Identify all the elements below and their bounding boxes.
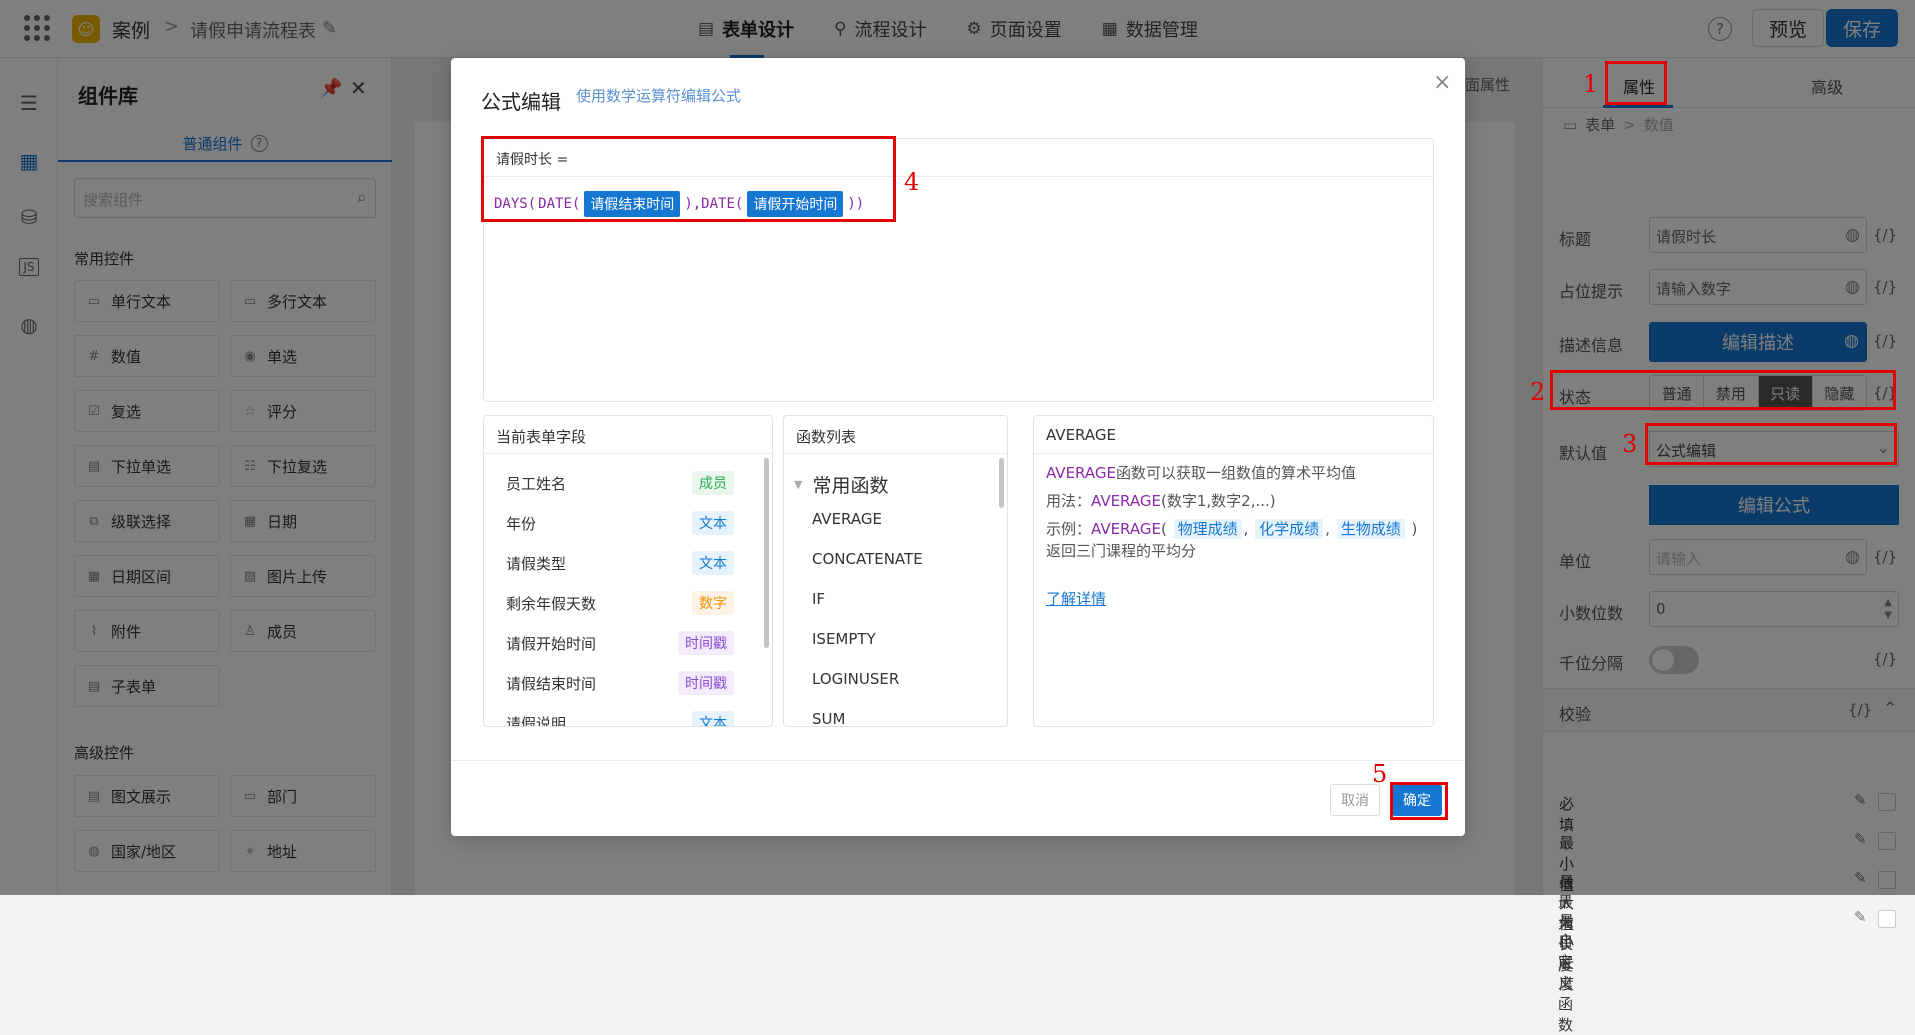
dialog-title: 公式编辑: [481, 90, 561, 114]
function-item[interactable]: ISEMPTY: [812, 630, 876, 648]
help-title: AVERAGE: [1034, 416, 1433, 454]
function-item[interactable]: CONCATENATE: [812, 550, 923, 568]
function-group[interactable]: ▼ 常用函数: [794, 471, 888, 498]
edit-icon[interactable]: ✎: [1854, 908, 1867, 926]
help-example-arg: 生物成绩: [1336, 519, 1405, 539]
formula-editor[interactable]: 请假时长 = DAYS(DATE(请假结束时间),DATE(请假开始时间)): [483, 138, 1434, 402]
help-example-arg: 化学成绩: [1255, 519, 1324, 539]
field-name: 剩余年假天数: [506, 594, 597, 613]
formula-target: 请假时长 =: [484, 139, 1433, 177]
help-description: AVERAGE函数可以获取一组数值的算术平均值: [1046, 462, 1356, 483]
field-name: 员工姓名: [506, 474, 567, 493]
annotation-number-1: 1: [1583, 70, 1599, 98]
dialog-subtitle: 使用数学运算符编辑公式: [576, 87, 742, 105]
formula-token: )): [847, 196, 865, 212]
help-usage: 用法：AVERAGE(数字1,数字2,...): [1046, 490, 1276, 511]
function-group-label: 常用函数: [812, 475, 889, 497]
caret-down-icon: ▼: [794, 478, 803, 491]
field-type-badge: 时间戳: [678, 631, 734, 655]
field-name: 请假类型: [506, 554, 567, 573]
formula-field-tag[interactable]: 请假开始时间: [747, 191, 844, 217]
help-example-arg: 物理成绩: [1173, 519, 1242, 539]
help-fn-name: AVERAGE: [1091, 520, 1161, 538]
field-name: 请假结束时间: [506, 674, 597, 693]
field-item[interactable]: 年份 文本: [506, 510, 734, 536]
scrollbar[interactable]: [999, 458, 1004, 508]
field-item[interactable]: 请假结束时间 时间戳: [506, 670, 734, 696]
field-item[interactable]: 剩余年假天数 数字: [506, 590, 734, 616]
field-type-badge: 数字: [692, 591, 734, 615]
function-item[interactable]: SUM: [812, 710, 845, 726]
function-help-pane: AVERAGE AVERAGE函数可以获取一组数值的算术平均值 用法：AVERA…: [1033, 415, 1434, 727]
formula-field-tag[interactable]: 请假结束时间: [584, 191, 681, 217]
field-item[interactable]: 员工姓名 成员: [506, 470, 734, 496]
annotation-number-3: 3: [1622, 430, 1638, 458]
help-text: 函数可以获取一组数值的算术平均值: [1115, 464, 1356, 482]
help-fn-name: AVERAGE: [1046, 464, 1116, 482]
close-icon[interactable]: ×: [1433, 70, 1451, 95]
form-fields-pane: 当前表单字段 员工姓名 成员 年份 文本 请假类型 文本 剩余年假天数 数字 请假开始时…: [483, 415, 773, 727]
dialog-footer-divider: [451, 760, 1465, 761]
annotation-number-2: 2: [1530, 378, 1546, 406]
field-item[interactable]: 请假类型 文本: [506, 550, 734, 576]
field-name: 请假说明: [506, 714, 567, 727]
scrollbar[interactable]: [764, 458, 769, 648]
formula-token: DATE(: [538, 196, 581, 212]
field-item[interactable]: 请假说明 文本: [506, 710, 734, 727]
formula-expression[interactable]: DAYS(DATE(请假结束时间),DATE(请假开始时间)): [494, 191, 864, 217]
help-fn-name: AVERAGE: [1091, 492, 1161, 510]
field-type-badge: 时间戳: [678, 671, 734, 695]
function-item[interactable]: AVERAGE: [812, 510, 882, 528]
formula-token: ),DATE(: [684, 196, 744, 212]
function-item[interactable]: IF: [812, 590, 825, 608]
field-type-badge: 文本: [692, 711, 734, 726]
functions-pane: 函数列表 ▼ 常用函数 AVERAGE CONCATENATE IF ISEMPT…: [783, 415, 1008, 727]
help-text: 示例：: [1046, 520, 1092, 538]
cancel-button[interactable]: 取消: [1330, 784, 1380, 816]
help-example-result: 返回三门课程的平均分: [1046, 542, 1197, 560]
learn-more-link[interactable]: 了解详情: [1046, 588, 1106, 609]
help-text: (数字1,数字2,...): [1160, 492, 1276, 510]
annotation-number-5: 5: [1372, 760, 1388, 788]
annotation-number-4: 4: [904, 168, 920, 196]
help-example: 示例：AVERAGE( 物理成绩, 化学成绩, 生物成绩 ): [1046, 519, 1418, 539]
field-type-badge: 文本: [692, 551, 734, 575]
rule-checkbox[interactable]: [1878, 910, 1896, 928]
function-item[interactable]: LOGINUSER: [812, 670, 899, 688]
field-name: 年份: [506, 514, 537, 533]
confirm-button[interactable]: 确定: [1392, 784, 1442, 816]
functions-pane-title: 函数列表: [784, 416, 1007, 454]
field-name: 请假开始时间: [506, 634, 597, 653]
formula-token: DAYS(: [494, 196, 537, 212]
field-type-badge: 文本: [692, 511, 734, 535]
rule-custom-function: 自定义函数: [1558, 932, 1574, 1034]
fields-pane-title: 当前表单字段: [484, 416, 772, 454]
field-type-badge: 成员: [692, 471, 734, 495]
help-text: 用法：: [1046, 492, 1092, 510]
formula-editor-dialog: 公式编辑 使用数学运算符编辑公式 × 请假时长 = DAYS(DATE(请假结束…: [451, 58, 1465, 836]
field-item[interactable]: 请假开始时间 时间戳: [506, 630, 734, 656]
